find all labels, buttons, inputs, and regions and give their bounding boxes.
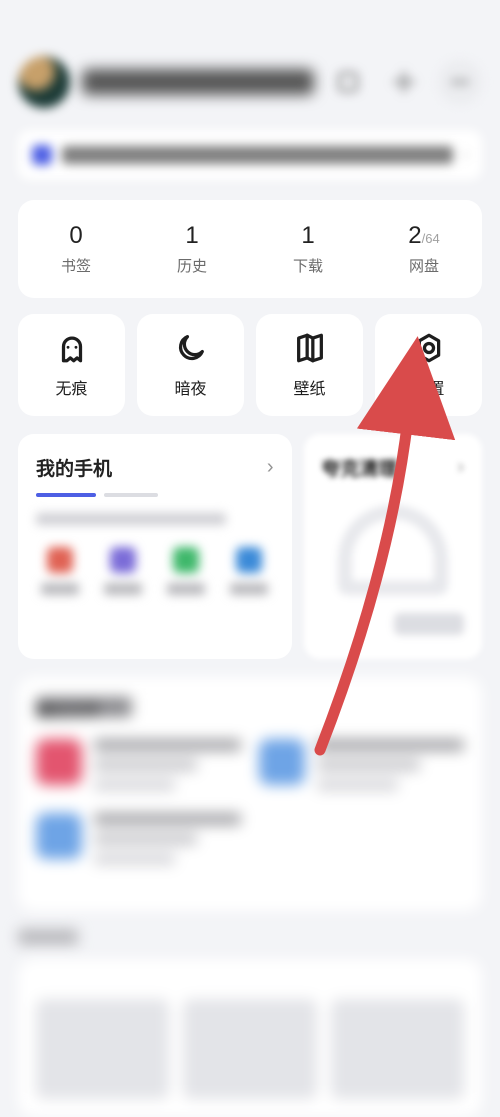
status-bar xyxy=(0,0,500,38)
app-item[interactable] xyxy=(99,547,148,595)
stats-row: 0 书签 1 历史 1 下载 2/64 网盘 xyxy=(18,200,482,298)
thumb-row xyxy=(36,999,464,1099)
widget-subtitle xyxy=(36,513,226,525)
app-label xyxy=(41,583,79,595)
app-row xyxy=(36,547,274,595)
tool-incognito[interactable]: 无痕 xyxy=(18,314,125,416)
app-icon xyxy=(110,547,136,573)
tool-wallpaper[interactable]: 壁纸 xyxy=(256,314,363,416)
recent-files-card[interactable]: 最近文件 xyxy=(18,677,482,911)
app-item[interactable] xyxy=(225,547,274,595)
notice-bar[interactable]: › xyxy=(18,130,482,180)
thumb[interactable] xyxy=(36,999,169,1099)
app-icon xyxy=(47,547,73,573)
moon-icon xyxy=(174,331,208,365)
file-icon xyxy=(36,739,82,785)
storage-gauge xyxy=(338,505,448,595)
file-meta xyxy=(94,739,241,791)
stat-count: 1 xyxy=(250,222,366,250)
stat-label: 下载 xyxy=(250,255,366,276)
stat-bookmarks[interactable]: 0 书签 xyxy=(18,222,134,276)
file-row xyxy=(36,739,464,791)
tool-settings[interactable]: 设置 xyxy=(375,314,482,416)
file-icon xyxy=(36,813,82,859)
widget-cleanup[interactable]: 夸克清理 › xyxy=(304,434,483,659)
app-label xyxy=(104,583,142,595)
avatar[interactable] xyxy=(18,56,70,108)
stat-count: 1 xyxy=(134,222,250,250)
file-item[interactable] xyxy=(36,813,241,865)
file-row xyxy=(36,813,464,865)
tool-label: 壁纸 xyxy=(293,375,325,399)
notice-text xyxy=(62,146,453,164)
widgets-row: 我的手机 › 夸克清理 › xyxy=(18,434,482,659)
stat-label: 网盘 xyxy=(366,255,482,276)
stat-count: 2/64 xyxy=(366,222,482,250)
notice-icon xyxy=(32,145,52,165)
thumb[interactable] xyxy=(183,999,316,1099)
app-item[interactable] xyxy=(162,547,211,595)
username[interactable] xyxy=(82,69,314,95)
widget-my-phone[interactable]: 我的手机 › xyxy=(18,434,292,659)
map-icon xyxy=(293,331,327,365)
app-item[interactable] xyxy=(36,547,85,595)
theme-icon[interactable] xyxy=(382,60,426,104)
widget-tabs xyxy=(36,493,274,497)
thumbs-card xyxy=(18,959,482,1117)
more-icon[interactable] xyxy=(438,60,482,104)
tool-darkmode[interactable]: 暗夜 xyxy=(137,314,244,416)
tool-label: 暗夜 xyxy=(174,375,206,399)
chevron-right-icon: › xyxy=(463,146,468,164)
file-icon xyxy=(259,739,305,785)
chevron-right-icon: › xyxy=(267,456,274,479)
stat-history[interactable]: 1 历史 xyxy=(134,222,250,276)
tool-label: 无痕 xyxy=(55,375,87,399)
clean-button[interactable] xyxy=(394,613,464,635)
widget-title: 夸克清理 xyxy=(322,454,465,481)
profile-header xyxy=(0,38,500,130)
chevron-right-icon: › xyxy=(457,456,464,479)
app-label xyxy=(167,583,205,595)
stat-label: 书签 xyxy=(18,255,134,276)
thumb[interactable] xyxy=(331,999,464,1099)
tools-grid: 无痕 暗夜 壁纸 设置 xyxy=(18,314,482,416)
app-icon xyxy=(236,547,262,573)
stat-cloud[interactable]: 2/64 网盘 xyxy=(366,222,482,276)
tool-label: 设置 xyxy=(412,375,444,399)
section-label xyxy=(18,929,78,945)
file-meta xyxy=(317,739,464,791)
stat-label: 历史 xyxy=(134,255,250,276)
stat-count: 0 xyxy=(18,222,134,250)
ghost-icon xyxy=(55,331,89,365)
app-label xyxy=(230,583,268,595)
files-title: 最近文件 xyxy=(36,697,132,717)
scan-icon[interactable] xyxy=(326,60,370,104)
stat-downloads[interactable]: 1 下载 xyxy=(250,222,366,276)
settings-icon xyxy=(412,331,446,365)
file-item[interactable] xyxy=(259,739,464,791)
file-meta xyxy=(94,813,241,865)
file-item[interactable] xyxy=(36,739,241,791)
widget-title: 我的手机 xyxy=(36,454,274,481)
app-icon xyxy=(173,547,199,573)
